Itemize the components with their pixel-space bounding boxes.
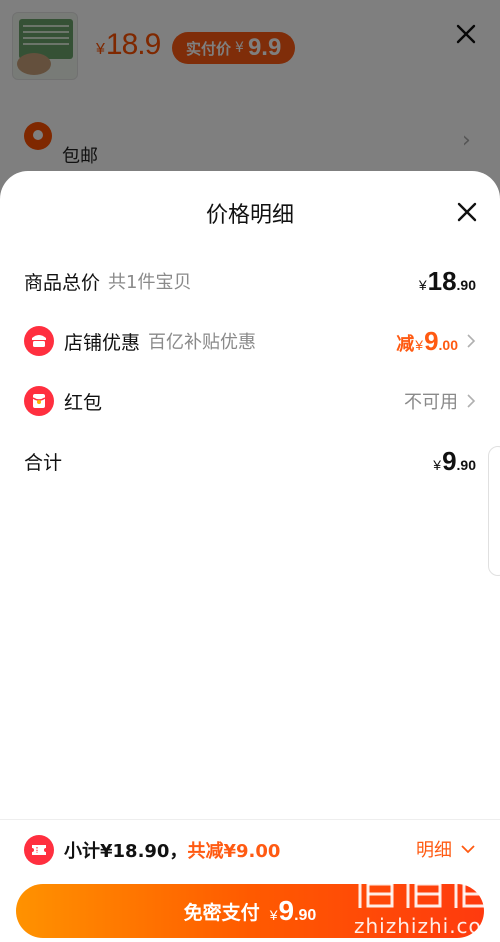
side-drawer-handle[interactable] (488, 446, 500, 576)
pay-amount: ¥9.90 (269, 895, 317, 926)
chevron-down-icon (461, 845, 475, 854)
red-packet-icon (24, 386, 54, 416)
goods-total-row: 商品总价 共1件宝贝 ¥18.90 (0, 259, 500, 303)
watermark: zhizhizhi.com (352, 862, 500, 940)
red-packet-label: 红包 (64, 391, 103, 414)
pay-label: 免密支付 (183, 901, 260, 924)
store-discount-label: 店铺优惠 (64, 331, 141, 354)
goods-total-label: 商品总价 (24, 271, 101, 294)
total-label: 合计 (24, 451, 63, 474)
modal-title: 价格明细 (205, 203, 294, 228)
store-discount-value: 减 ¥9.00 (396, 325, 458, 356)
total-row: 合计 ¥9.90 (0, 439, 500, 483)
chevron-right-icon (467, 394, 476, 408)
goods-count: 共1件宝贝 (108, 272, 192, 293)
red-packet-status: 不可用 (404, 392, 458, 413)
total-value: ¥9.90 (433, 445, 476, 476)
subtotal-text: 小计¥18.90， (64, 841, 188, 862)
store-discount-desc: 百亿补贴优惠 (148, 332, 257, 353)
watermark-logo (354, 866, 490, 908)
price-detail-sheet: 价格明细 商品总价 共1件宝贝 ¥18.90 店铺优惠 百亿补贴优惠 减 ¥ 9… (0, 171, 500, 942)
shop-icon (24, 326, 54, 356)
coupon-icon (24, 835, 54, 865)
goods-total-value: ¥18.90 (418, 265, 476, 296)
saving-text: 共减¥9.00 (187, 841, 281, 862)
watermark-text: zhizhizhi.com (354, 914, 500, 938)
red-packet-row[interactable]: 红包 不可用 (0, 379, 500, 423)
detail-toggle[interactable]: 明细 (416, 836, 476, 862)
detail-label: 明细 (416, 840, 452, 861)
close-icon[interactable] (454, 199, 480, 225)
chevron-right-icon (467, 334, 476, 348)
store-discount-row[interactable]: 店铺优惠 百亿补贴优惠 减 ¥9.00 (0, 319, 500, 363)
